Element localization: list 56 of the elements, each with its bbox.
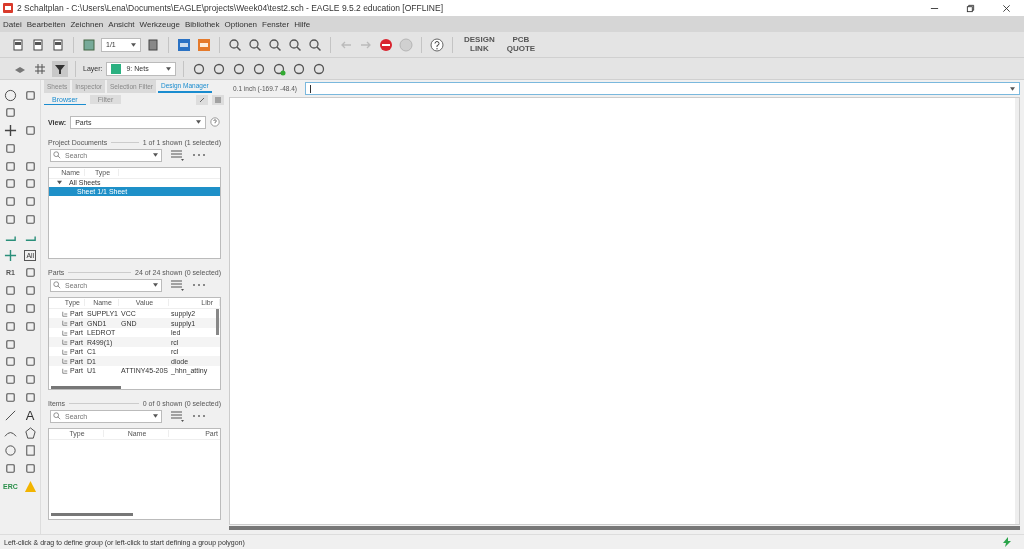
close-icon[interactable] xyxy=(1002,3,1011,13)
dropdown-arrow-icon[interactable] xyxy=(153,283,158,288)
dropdown-arrow-icon[interactable] xyxy=(153,153,158,158)
list-options-icon[interactable] xyxy=(170,410,184,423)
restore-icon[interactable] xyxy=(966,3,975,13)
part-icon xyxy=(62,358,68,365)
part-icon xyxy=(62,348,68,355)
menu-item[interactable]: Ansicht xyxy=(108,19,135,29)
part-icon xyxy=(62,320,68,327)
rectangle-icon[interactable] xyxy=(23,444,37,458)
search-icon xyxy=(53,412,61,421)
menu-item[interactable]: Hilfe xyxy=(294,19,311,29)
menu-item[interactable]: Bearbeiten xyxy=(26,19,66,29)
menu-item[interactable]: Zeichnen xyxy=(70,19,104,29)
lightning-icon xyxy=(1002,537,1012,547)
line-icon[interactable] xyxy=(3,408,17,422)
scrollbar[interactable] xyxy=(216,308,219,335)
scrollbar[interactable] xyxy=(51,385,121,389)
scrollbar[interactable] xyxy=(229,526,1020,530)
help-icon[interactable] xyxy=(429,36,445,53)
stop-icon[interactable] xyxy=(378,36,394,53)
menu-item[interactable]: Bibliothek xyxy=(184,19,220,29)
help-icon[interactable] xyxy=(210,117,221,128)
dropdown-arrow-icon[interactable] xyxy=(153,414,158,419)
scrollbar[interactable] xyxy=(51,513,133,516)
move-icon[interactable] xyxy=(3,124,17,138)
dropdown-arrow-icon[interactable] xyxy=(131,42,136,47)
stack-icon[interactable] xyxy=(145,36,161,53)
menu-item[interactable]: Optionen xyxy=(224,19,258,29)
text-tool[interactable]: A xyxy=(23,408,37,422)
list-options-icon[interactable] xyxy=(170,279,184,292)
schematic-icon[interactable] xyxy=(176,36,192,53)
dropdown-arrow-icon[interactable] xyxy=(196,120,202,125)
command-field[interactable] xyxy=(304,82,1020,95)
part-icon xyxy=(62,329,68,336)
filter-icon[interactable] xyxy=(52,60,68,77)
pcb-quote-button[interactable]: PCB QUOTE xyxy=(502,36,540,53)
menu-item[interactable]: Datei xyxy=(3,19,22,29)
polygon-icon[interactable] xyxy=(23,426,37,440)
dropdown-arrow-icon[interactable] xyxy=(166,66,172,71)
board-icon[interactable] xyxy=(196,36,212,53)
part-icon xyxy=(62,367,68,374)
part-icon xyxy=(62,310,68,317)
search-icon xyxy=(53,281,61,290)
window-title: 2 Schaltplan - C:\Users\Lena\Documents\EAGLE\projects\Week04\test2.sch - EAGLE 9.5.2 education [OFFLINE] xyxy=(17,3,443,13)
list-options-icon[interactable] xyxy=(170,149,184,162)
design-link-button[interactable]: DESIGN LINK xyxy=(460,36,499,53)
cross-icon[interactable] xyxy=(3,248,17,262)
dropdown-arrow-icon[interactable] xyxy=(1010,86,1015,91)
app-logo-icon xyxy=(3,3,13,13)
menu-item[interactable]: Fenster xyxy=(262,19,290,29)
search-icon xyxy=(53,151,61,160)
expand-arrow-icon[interactable] xyxy=(57,180,62,186)
circle-icon[interactable] xyxy=(3,444,17,458)
menu-item[interactable]: Werkzeuge xyxy=(139,19,180,29)
part-icon xyxy=(62,339,68,346)
